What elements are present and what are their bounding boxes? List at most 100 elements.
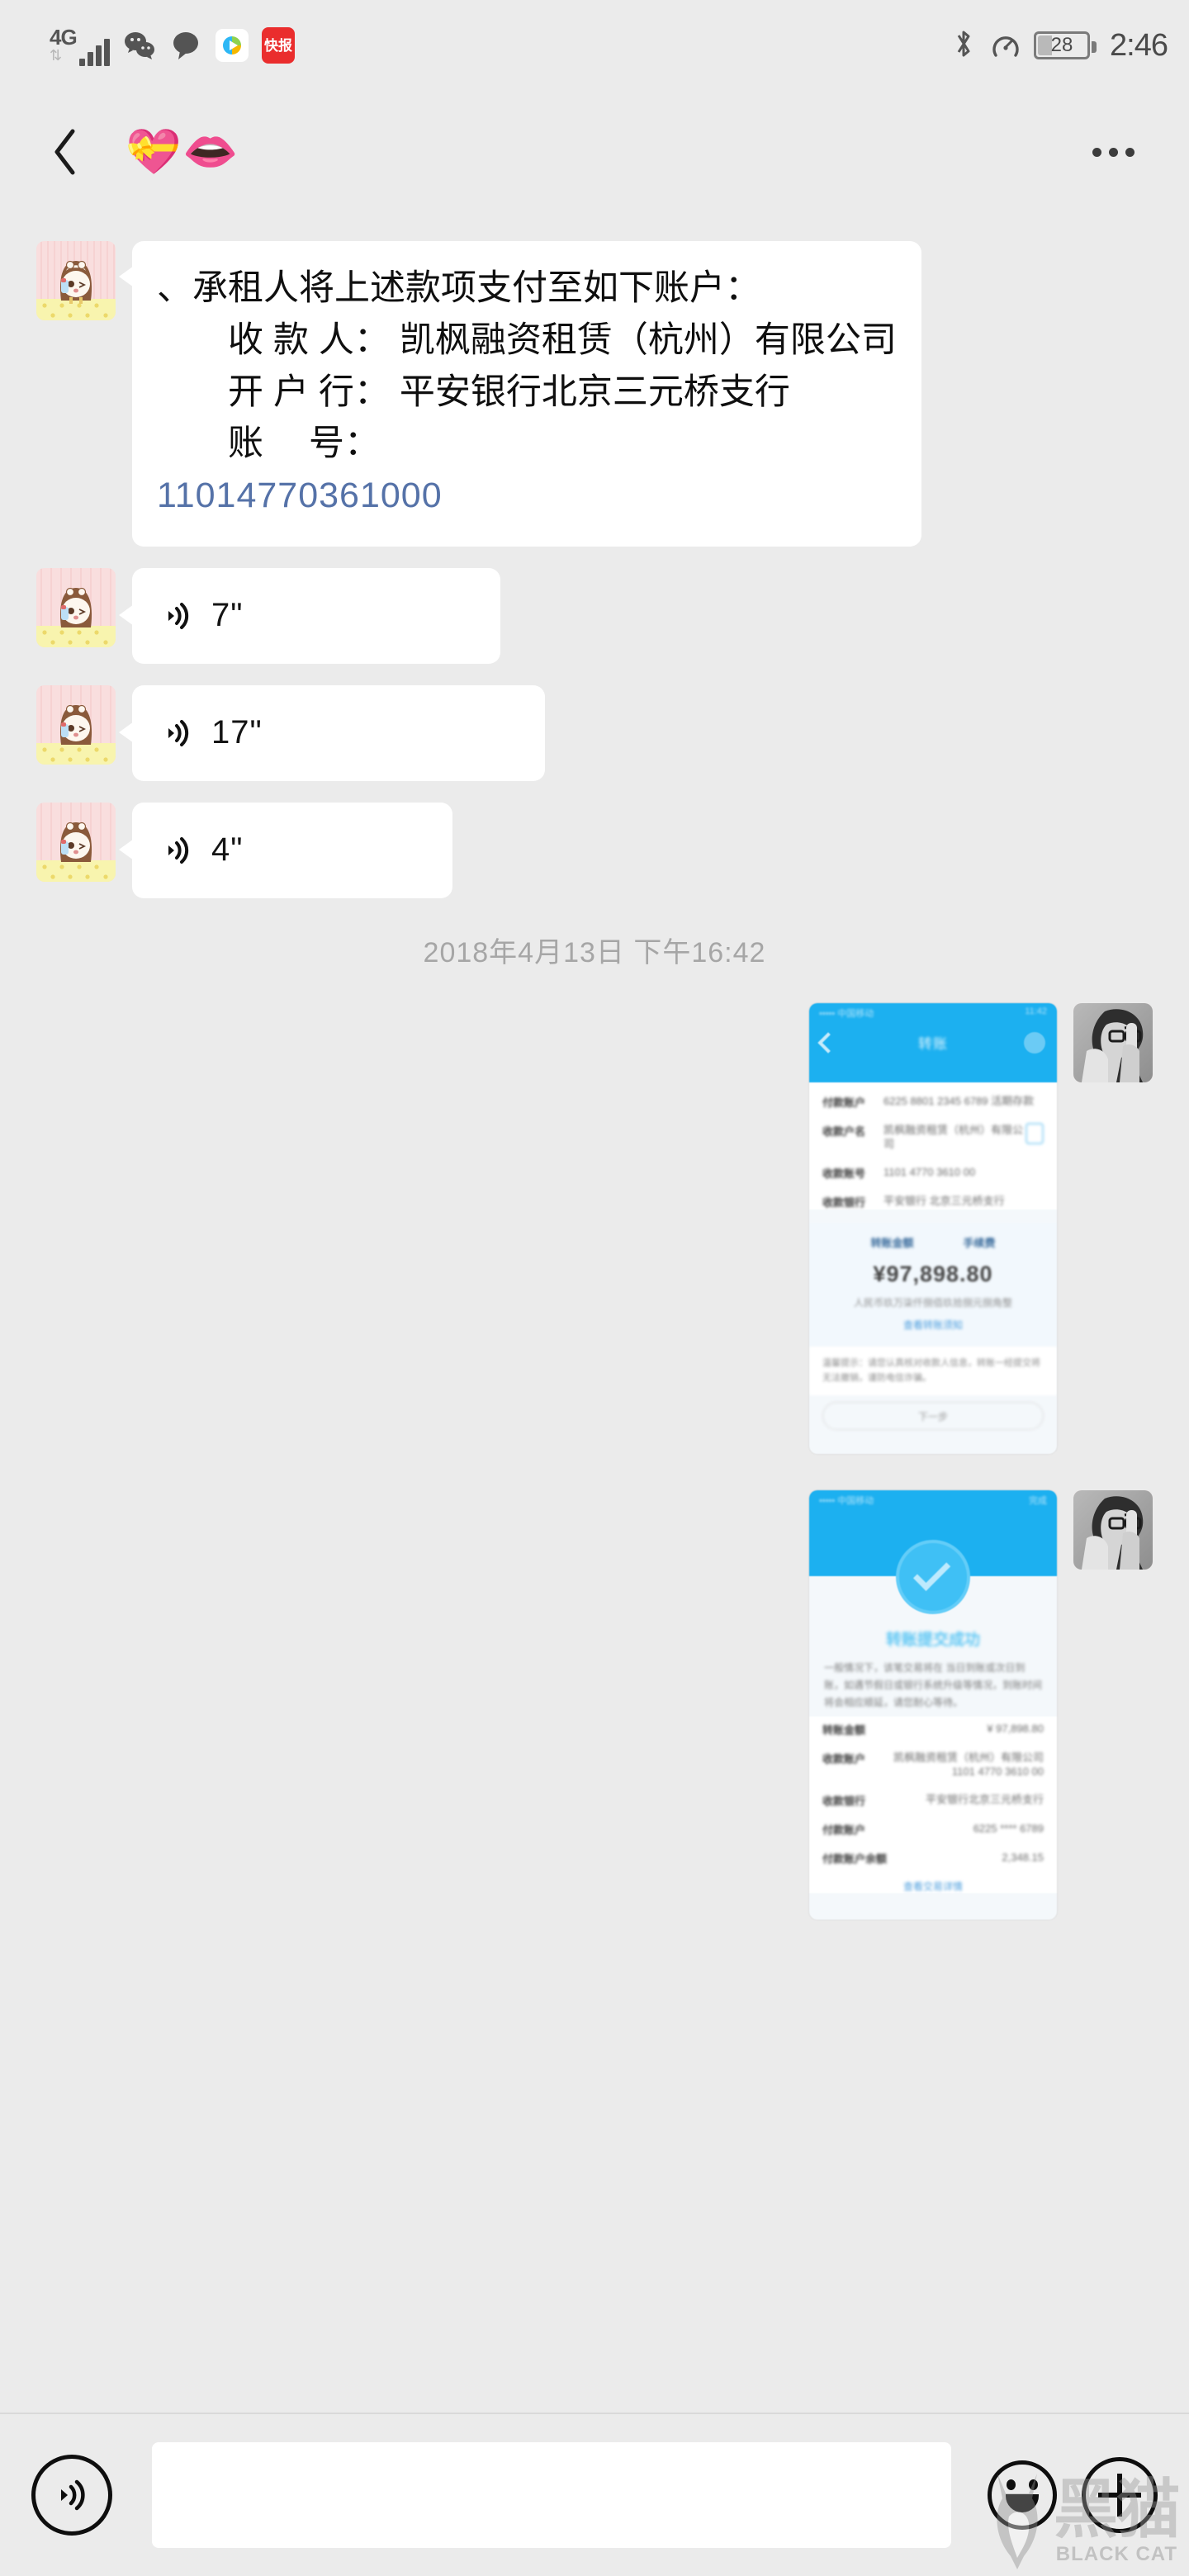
avatar[interactable] (36, 241, 116, 320)
message-input-bar (0, 2413, 1189, 2576)
data-transfer-arrows-icon: ⇅ (50, 47, 63, 64)
screenshot-status-row: ••••• 中国移动 11:42 (819, 1006, 1047, 1019)
network-type-label: 4G (50, 25, 78, 50)
screenshot-row: 收款账户 凯枫融资租赁（杭州）有限公司 1101 4770 3610 00 (822, 1750, 1044, 1779)
contact-icon (1026, 1122, 1044, 1144)
row-label: 付款账户 (822, 1823, 866, 1836)
success-title: 转账提交成功 (885, 1631, 980, 1649)
row-label: 转账金额 (822, 1723, 866, 1736)
message-bubble[interactable]: 、承租人将上述款项支付至如下账户： 收 款 人： 凯枫融资租赁（杭州）有限公司 … (119, 241, 921, 547)
speedometer-icon (989, 30, 1021, 61)
voice-wave-icon (160, 832, 197, 869)
more-dot (1109, 147, 1118, 157)
screenshot-body: 付款账户 6225 8801 2345 6789 活期存款 收款户名 凯枫融资租… (809, 1082, 1057, 1210)
row-label: 收款银行 (822, 1794, 866, 1807)
screenshot-title: 转账 (918, 1036, 948, 1053)
transaction-detail-link[interactable]: 查看交易详情 (822, 1879, 1044, 1893)
voice-duration-label: 4" (211, 831, 244, 869)
battery-icon: 28 (1034, 31, 1097, 59)
message-line-3: 开 户 行： 平安银行北京三元桥支行 (157, 372, 790, 412)
row-value: 6225 8801 2345 6789 活期存款 (883, 1094, 1035, 1107)
more-dot (1092, 147, 1101, 157)
add-attachment-button[interactable] (1082, 2457, 1158, 2533)
battery-level-label: 28 (1050, 34, 1073, 56)
emoji-button[interactable] (988, 2460, 1057, 2530)
amount-value: ¥97,898.80 (873, 1261, 993, 1286)
screenshot-row: 收款账号 1101 4770 3610 00 (822, 1165, 1044, 1181)
message-line-1: 、承租人将上述款项支付至如下账户： (157, 268, 760, 308)
message-list[interactable]: 、承租人将上述款项支付至如下账户： 收 款 人： 凯枫融资租赁（杭州）有限公司 … (0, 213, 1189, 2413)
avatar[interactable] (1073, 1002, 1153, 1082)
avatar[interactable] (36, 684, 116, 765)
more-dot (1125, 147, 1135, 157)
row-value: 凯枫融资租赁（杭州）有限公司 (883, 1123, 1024, 1151)
message-image: ••••• 中国移动 11:42 转账 付款账户 6225 8801 2345 6… (0, 1002, 1189, 1454)
row-value: 6225 **** 6789 (973, 1821, 1044, 1835)
voice-wave-icon (160, 715, 197, 751)
image-attachment[interactable]: ••••• 中国移动 完成 转账提交成功 一般情况下，该笔交易将在 当日到账或次日… (809, 1489, 1057, 1920)
message-voice: 7" (0, 567, 1189, 664)
voice-message-bubble[interactable]: 4" (119, 802, 452, 898)
smiley-eyes-icon (1007, 2479, 1038, 2490)
row-label: 收款银行 (822, 1196, 866, 1209)
screenshot-row: 收款银行 平安银行北京三元桥支行 (822, 1792, 1044, 1808)
message-input[interactable] (152, 2442, 951, 2548)
screenshot-amount-block: 转账金额 手续费 ¥97,898.80 人民币玖万柒仟捌佰玖拾捌元捌角整 查看转… (809, 1222, 1057, 1347)
message-line-2: 收 款 人： 凯枫融资租赁（杭州）有限公司 (157, 320, 897, 360)
screenshot-header: ••••• 中国移动 11:42 转账 (809, 1002, 1057, 1082)
voice-wave-icon (160, 598, 197, 634)
message-text: 、承租人将上述款项支付至如下账户： 收 款 人： 凯枫融资租赁（杭州）有限公司 … (0, 213, 1189, 547)
message-image: ••••• 中国移动 完成 转账提交成功 一般情况下，该笔交易将在 当日到账或次日… (0, 1489, 1189, 1920)
row-value: 2,348.15 (1002, 1850, 1044, 1863)
back-button[interactable] (43, 129, 88, 175)
row-label: 付款账户 (822, 1096, 866, 1109)
status-bar-right: 28 2:46 (951, 27, 1168, 64)
voice-message-bubble[interactable]: 17" (119, 684, 545, 781)
fee-label: 手续费 (963, 1236, 996, 1249)
screenshot-row: 转账金额 ¥ 97,898.80 (822, 1721, 1044, 1737)
wechat-icon (123, 29, 156, 62)
smiley-mouth-icon (1006, 2494, 1039, 2512)
voice-duration-label: 7" (211, 597, 244, 634)
signal-indicator: 4G ⇅ (50, 25, 110, 66)
voice-message-bubble[interactable]: 7" (119, 567, 500, 664)
avatar[interactable] (36, 802, 116, 882)
screenshot-success-hero: ••••• 中国移动 完成 (809, 1489, 1057, 1614)
amount-labels: 转账金额 手续费 (822, 1234, 1044, 1250)
chat-title: 💝👄 (126, 125, 240, 178)
amount-label: 转账金额 (870, 1236, 914, 1249)
bluetooth-icon (951, 27, 976, 64)
kuaibao-icon: 快报 (262, 27, 295, 64)
image-attachment[interactable]: ••••• 中国移动 11:42 转账 付款账户 6225 8801 2345 6… (809, 1002, 1057, 1454)
avatar[interactable] (1073, 1489, 1153, 1570)
row-label: 付款账户余额 (822, 1852, 888, 1865)
screenshot-note: 温馨提示：请您认真核对收款人信息，转账一经提交将无法撤销，谨防电信诈骗。 (809, 1346, 1057, 1396)
screenshot-status-row: ••••• 中国移动 完成 (819, 1495, 1047, 1506)
voice-duration-label: 17" (211, 714, 263, 751)
signal-bars-icon (79, 36, 110, 66)
row-label: 收款账号 (822, 1167, 866, 1180)
screenshot-row: 收款户名 凯枫融资租赁（杭州）有限公司 (822, 1122, 1044, 1152)
status-bar-left: 4G ⇅ 快报 (50, 25, 295, 66)
voice-record-button[interactable] (31, 2455, 112, 2536)
row-label: 收款户名 (822, 1125, 866, 1138)
chat-header: 💝👄 (0, 91, 1189, 213)
chat-screen: 4G ⇅ 快报 28 2:46 💝👄 、承租人将上述款项支付至如下账户： 收 款… (0, 0, 1189, 2576)
transfer-notice-link[interactable]: 查看转账须知 (822, 1318, 1044, 1332)
message-line-4: 账 号： (157, 424, 380, 464)
screenshot-next-button[interactable]: 下一步 (822, 1402, 1044, 1431)
amount-in-words: 人民币玖万柒仟捌佰玖拾捌元捌角整 (853, 1296, 1012, 1309)
more-options-button[interactable] (1081, 136, 1146, 168)
screenshot-row: 付款账户余额 2,348.15 (822, 1850, 1044, 1866)
clock-label: 2:46 (1110, 27, 1168, 63)
row-value: 平安银行北京三元桥支行 (925, 1792, 1044, 1806)
account-number[interactable]: 11014770361000 (157, 470, 897, 522)
screenshot-row: 付款账户 6225 **** 6789 (822, 1821, 1044, 1837)
row-value: 1101 4770 3610 00 (883, 1165, 976, 1178)
screenshot-row: 收款银行 平安银行 北京三元桥支行 (822, 1194, 1044, 1210)
screenshot-body: 转账金额 ¥ 97,898.80 收款账户 凯枫融资租赁（杭州）有限公司 110… (809, 1716, 1057, 1893)
status-bar: 4G ⇅ 快报 28 2:46 (0, 0, 1189, 91)
row-value: 凯枫融资租赁（杭州）有限公司 1101 4770 3610 00 (893, 1750, 1044, 1778)
message-voice: 4" (0, 802, 1189, 898)
avatar[interactable] (36, 567, 116, 647)
